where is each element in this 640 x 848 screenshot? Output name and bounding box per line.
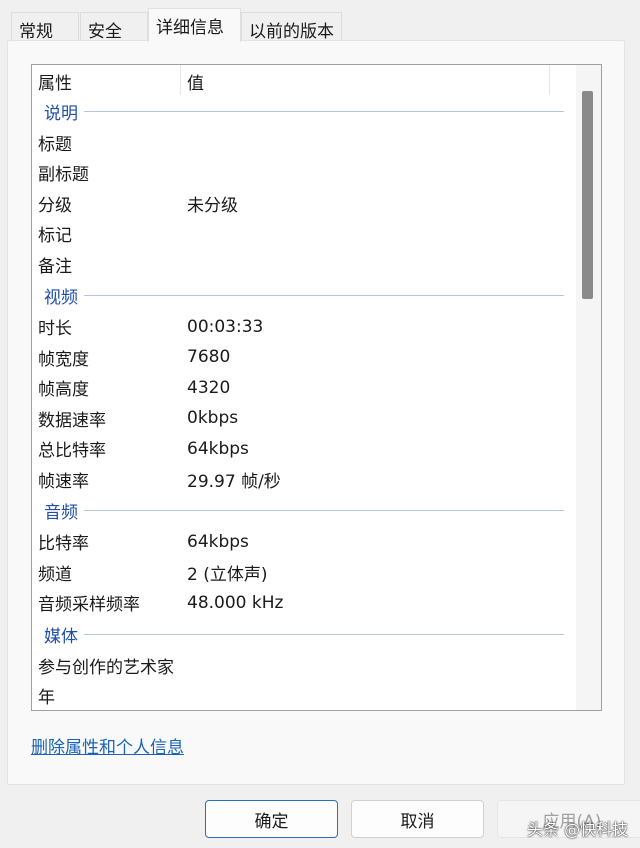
property-rows: 说明标题副标题分级 未分级标记备注视频时长 00:03:33 帧宽度 7680 帧高度 43… bbox=[32, 95, 576, 711]
property-name: 帧宽度 bbox=[38, 349, 89, 370]
property-value: 2 (立体声) bbox=[187, 564, 268, 585]
property-name: 帧速率 bbox=[38, 471, 89, 492]
ok-button[interactable]: 确定 bbox=[205, 800, 338, 838]
group-header: 音频 bbox=[32, 495, 576, 527]
property-name: 参与创作的艺术家 bbox=[38, 657, 174, 678]
property-row[interactable]: 时长 00:03:33 bbox=[32, 312, 576, 343]
tab-previous-versions[interactable]: 以前的版本 bbox=[241, 12, 342, 42]
remove-properties-link[interactable]: 删除属性和个人信息 bbox=[31, 733, 184, 758]
property-name: 标记 bbox=[38, 226, 72, 247]
property-name: 时长 bbox=[38, 319, 72, 340]
property-value: 7680 bbox=[187, 347, 231, 368]
cancel-button[interactable]: 取消 bbox=[351, 800, 484, 838]
property-row[interactable]: 数据速率 0kbps bbox=[32, 403, 576, 434]
property-name: 帧高度 bbox=[38, 380, 89, 401]
scrollbar-thumb[interactable] bbox=[582, 91, 593, 299]
property-name: 年 bbox=[38, 688, 55, 709]
group-header: 视频 bbox=[32, 280, 576, 312]
property-value: 0kbps bbox=[187, 408, 239, 429]
group-title: 说明 bbox=[44, 103, 78, 124]
property-name: 频道 bbox=[38, 564, 72, 585]
property-name: 备注 bbox=[38, 256, 72, 277]
group-title: 媒体 bbox=[44, 626, 78, 647]
property-value: 00:03:33 bbox=[187, 316, 264, 337]
tab-general[interactable]: 常规 bbox=[11, 12, 79, 42]
property-row[interactable]: 总比特率 64kbps bbox=[32, 434, 576, 465]
property-row[interactable]: 标记 bbox=[32, 219, 576, 250]
property-row[interactable]: 帧宽度 7680 bbox=[32, 342, 576, 373]
column-header-value[interactable]: 值 bbox=[181, 65, 550, 95]
property-name: 音频采样频率 bbox=[38, 595, 140, 616]
column-header-property[interactable]: 属性 bbox=[32, 65, 181, 95]
group-divider bbox=[84, 633, 564, 635]
group-title: 音频 bbox=[44, 503, 78, 523]
property-value: 4320 bbox=[187, 377, 231, 398]
group-divider bbox=[84, 110, 564, 112]
property-value: 64kbps bbox=[187, 531, 249, 552]
property-row[interactable]: 频道 2 (立体声) bbox=[32, 557, 576, 588]
group-header: 说明 bbox=[32, 95, 576, 127]
property-row[interactable]: 帧速率 29.97 帧/秒 bbox=[32, 464, 576, 495]
property-row[interactable]: 年 bbox=[32, 681, 576, 711]
property-row[interactable]: 备注 bbox=[32, 249, 576, 280]
tab-security[interactable]: 安全 bbox=[80, 12, 148, 42]
property-row[interactable]: 分级 未分级 bbox=[32, 188, 576, 219]
property-value: 48.000 kHz bbox=[187, 592, 284, 613]
property-name: 数据速率 bbox=[38, 410, 106, 431]
property-value: 未分级 bbox=[187, 195, 238, 216]
property-name: 副标题 bbox=[38, 165, 89, 186]
property-row[interactable]: 帧高度 4320 bbox=[32, 373, 576, 404]
property-row[interactable]: 标题 bbox=[32, 127, 576, 158]
property-list[interactable]: 属性 值 说明标题副标题分级 未分级标记备注视频时长 00:03:33 帧宽度 7680… bbox=[31, 64, 602, 711]
list-header: 属性 值 bbox=[32, 65, 577, 95]
property-row[interactable]: 音频采样频率 48.000 kHz bbox=[32, 588, 576, 619]
property-name: 比特率 bbox=[38, 534, 89, 555]
group-header: 媒体 bbox=[32, 618, 576, 650]
group-divider bbox=[84, 510, 564, 511]
tab-details[interactable]: 详细信息 bbox=[148, 8, 241, 42]
group-divider bbox=[84, 295, 564, 296]
group-title: 视频 bbox=[44, 288, 78, 308]
property-row[interactable]: 参与创作的艺术家 bbox=[32, 650, 576, 681]
property-name: 总比特率 bbox=[38, 441, 106, 462]
property-value: 64kbps bbox=[187, 438, 249, 459]
scrollbar[interactable] bbox=[576, 65, 601, 710]
property-name: 标题 bbox=[38, 134, 72, 155]
property-row[interactable]: 比特率 64kbps bbox=[32, 527, 576, 558]
property-row[interactable]: 副标题 bbox=[32, 158, 576, 189]
property-value: 29.97 帧/秒 bbox=[187, 471, 281, 492]
property-name: 分级 bbox=[38, 195, 72, 216]
watermark: 头条 @快科技 bbox=[527, 820, 629, 839]
